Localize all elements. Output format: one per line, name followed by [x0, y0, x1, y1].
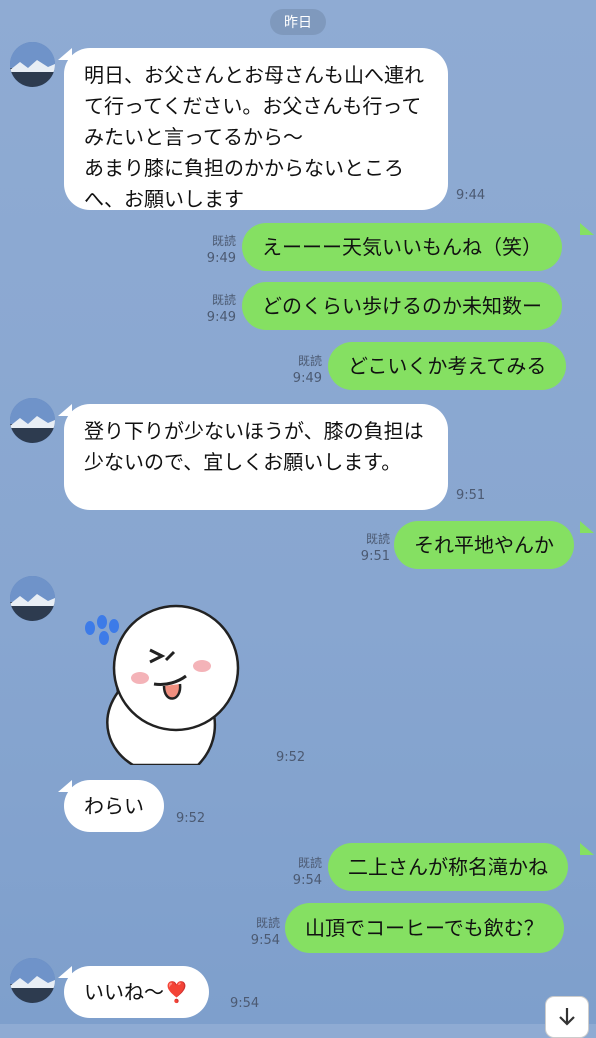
- sweating-wink-sticker[interactable]: [78, 600, 248, 765]
- avatar[interactable]: [10, 42, 55, 87]
- avatar-image: [10, 576, 55, 621]
- message-bubble-outgoing[interactable]: えーーー天気いいもんね（笑）: [242, 223, 562, 271]
- avatar-image: [10, 398, 55, 443]
- message-bubble-incoming[interactable]: いいね〜 ❣️: [64, 966, 209, 1018]
- message-bubble-incoming[interactable]: 明日、お父さんとお母さんも山へ連れて行ってください。お父さんも行ってみたいと言っ…: [64, 48, 448, 211]
- read-receipt: 既読: [255, 916, 280, 930]
- avatar-image: [10, 958, 55, 1003]
- message-meta: 既読 9:49: [196, 292, 236, 326]
- message-bubble-incoming[interactable]: わらい: [64, 780, 164, 832]
- scroll-to-bottom-button[interactable]: [545, 996, 589, 1038]
- avatar[interactable]: [10, 958, 55, 1003]
- message-bubble-outgoing[interactable]: それ平地やんか: [394, 521, 574, 569]
- message-bubble-outgoing[interactable]: 二上さんが称名滝かね: [328, 843, 568, 891]
- message-time: 9:52: [176, 811, 206, 826]
- message-meta: 既読 9:49: [282, 353, 322, 387]
- message-time: 9:52: [276, 750, 306, 765]
- message-bubble-outgoing[interactable]: どのくらい歩けるのか未知数ー: [242, 282, 562, 330]
- message-meta: 既読 9:51: [350, 531, 390, 565]
- message-meta: 既読 9:49: [196, 233, 236, 267]
- read-receipt: 既読: [211, 293, 236, 307]
- message-time: 9:44: [456, 188, 486, 203]
- message-time: 9:51: [456, 488, 486, 503]
- message-bubble-outgoing[interactable]: どこいくか考えてみる: [328, 342, 567, 390]
- avatar[interactable]: [10, 576, 55, 621]
- avatar-image: [10, 42, 55, 87]
- message-meta: 既読 9:54: [282, 855, 322, 889]
- message-time: 9:51: [360, 549, 390, 564]
- message-time: 9:54: [230, 996, 260, 1011]
- message-time: 9:54: [292, 873, 322, 888]
- message-time: 9:49: [206, 251, 236, 266]
- message-meta: 既読 9:54: [240, 915, 280, 949]
- read-receipt: 既読: [211, 234, 236, 248]
- date-divider: 昨日: [270, 9, 326, 35]
- avatar[interactable]: [10, 398, 55, 443]
- message-time: 9:49: [292, 371, 322, 386]
- heart-exclamation-emoji: ❣️: [164, 979, 189, 1004]
- message-text: いいね〜: [84, 979, 164, 1004]
- message-time: 9:54: [250, 933, 280, 948]
- message-bubble-incoming[interactable]: 登り下りが少ないほうが、膝の負担は少ないので、宜しくお願いします。: [64, 404, 448, 510]
- read-receipt: 既読: [297, 856, 322, 870]
- message-time: 9:49: [206, 310, 236, 325]
- message-bubble-outgoing[interactable]: 山頂でコーヒーでも飲む？: [285, 903, 564, 953]
- read-receipt: 既読: [297, 354, 322, 368]
- read-receipt: 既読: [365, 532, 390, 546]
- arrow-down-icon: [559, 1008, 575, 1026]
